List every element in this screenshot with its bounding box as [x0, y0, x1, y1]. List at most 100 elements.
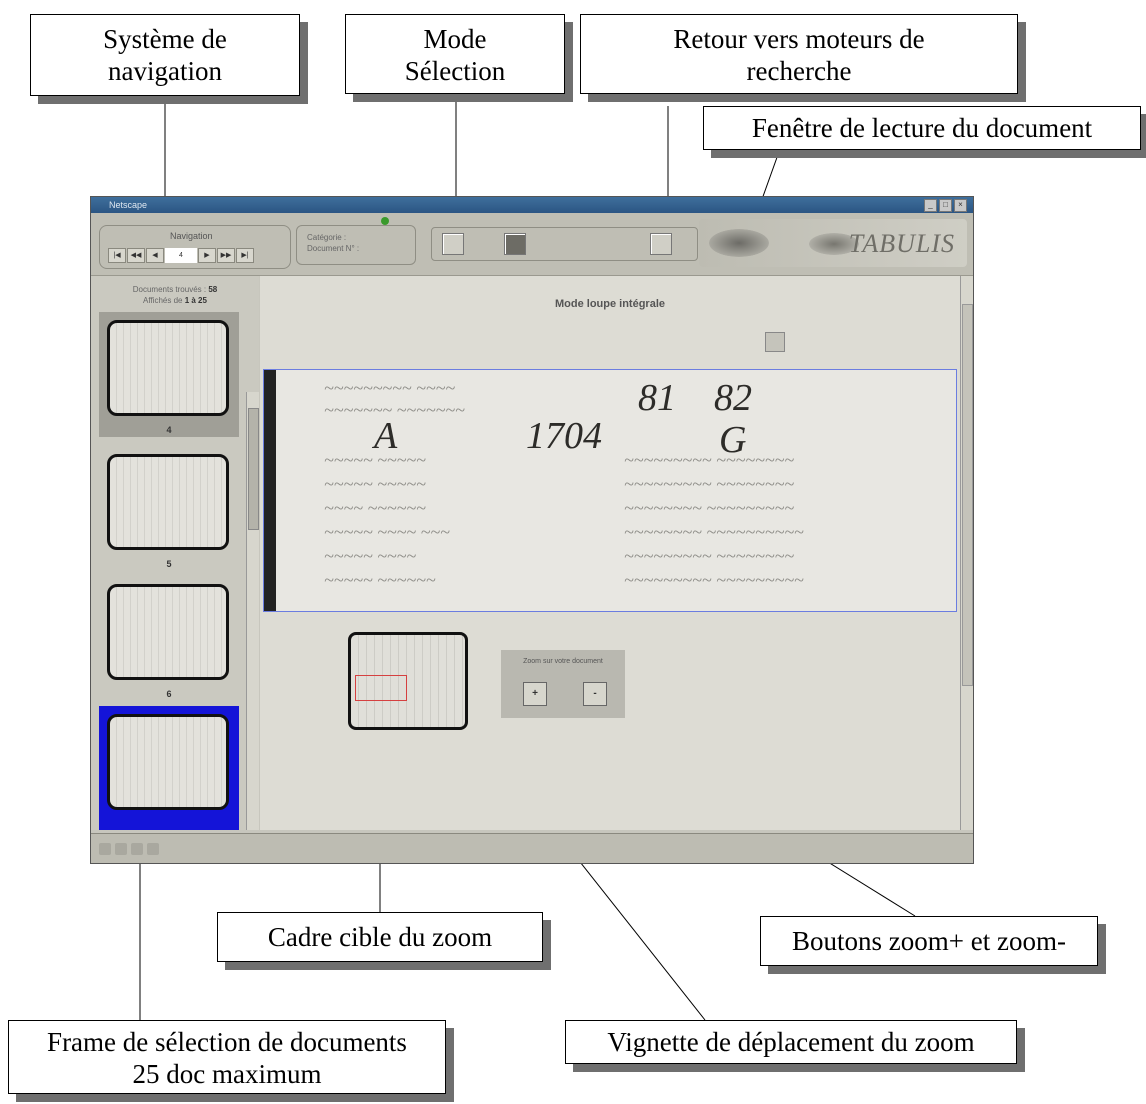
found-count: 58: [208, 285, 218, 294]
callout-line: Boutons zoom+ et zoom-: [792, 926, 1066, 956]
handwriting-large: 81: [638, 377, 676, 419]
document-thumbnail[interactable]: 4: [99, 312, 239, 437]
thumbnail-image: [107, 454, 229, 550]
logo-text: TABULIS: [848, 229, 955, 258]
thumbnail-image: [107, 320, 229, 416]
security-icon: [99, 843, 111, 855]
selection-mode-icon[interactable]: [765, 332, 785, 352]
callout-line: Frame de sélection de documents: [47, 1027, 407, 1057]
document-thumbnail[interactable]: 6: [99, 576, 239, 701]
handwriting-large: 82: [714, 377, 752, 419]
results-summary: Documents trouvés : 58 Affichés de 1 à 2…: [91, 276, 259, 306]
callout-line: Cadre cible du zoom: [267, 922, 493, 952]
handwriting: ~~~~~ ~~~~~~: [324, 570, 436, 590]
mode-panel: [431, 227, 698, 261]
minimize-icon[interactable]: _: [924, 199, 937, 212]
document-label: Document N° :: [307, 244, 360, 253]
callout-line: Retour vers moteurs de: [673, 24, 925, 54]
fast-back-icon[interactable]: ◀◀: [127, 248, 145, 263]
callout-line: recherche: [746, 56, 852, 86]
handwriting: ~~~~~~~~~ ~~~~~~~~: [624, 474, 795, 494]
browser-window: Netscape _ □ × Navigation |◀ ◀◀ ◀ 4 ▶ ▶▶…: [90, 196, 974, 864]
handwriting: ~~~~~ ~~~~~: [324, 450, 426, 470]
handwriting: ~~~~~~~~ ~~~~~~~~~: [624, 498, 795, 518]
first-page-icon[interactable]: |◀: [108, 248, 126, 263]
zoom-label: Zoom sur votre document: [523, 658, 603, 665]
thumbnail-number: 6: [166, 689, 172, 699]
scrollbar-thumb[interactable]: [962, 304, 973, 686]
callout-line: navigation: [108, 56, 222, 86]
category-panel: Catégorie : Document N° :: [296, 225, 416, 265]
status-dot-icon: [381, 217, 389, 225]
close-icon[interactable]: ×: [954, 199, 967, 212]
fast-forward-icon[interactable]: ▶▶: [217, 248, 235, 263]
shown-range: 1 à 25: [184, 296, 207, 305]
thumbnail-image: [107, 584, 229, 680]
handwriting: ~~~~~~~~ ~~~~~~~~~~: [624, 522, 804, 542]
window-titlebar: Netscape _ □ ×: [91, 197, 973, 213]
eye-logo-icon: [709, 229, 769, 257]
thumbnail-image: [107, 714, 229, 810]
document-spine: [264, 370, 276, 611]
navigation-panel: Navigation |◀ ◀◀ ◀ 4 ▶ ▶▶ ▶|: [99, 225, 291, 269]
thumbnail-number: 5: [166, 559, 172, 569]
prev-icon[interactable]: ◀: [146, 248, 164, 263]
handwriting-large: 1704: [526, 415, 602, 457]
document-thumbnail[interactable]: 5: [99, 446, 239, 571]
callout-navigation: Système de navigation: [30, 14, 300, 96]
callout-zoom-target: Cadre cible du zoom: [217, 912, 543, 962]
callout-line: Mode: [423, 24, 487, 54]
navigation-label: Navigation: [170, 231, 213, 241]
status-bar: [91, 833, 973, 863]
selection-mode-button[interactable]: [442, 233, 464, 255]
composer-icon: [147, 843, 159, 855]
callout-selection-frame: Frame de sélection de documents 25 doc m…: [8, 1020, 446, 1094]
callout-selection-mode: Mode Sélection: [345, 14, 565, 94]
scrollbar-thumb[interactable]: [248, 408, 259, 530]
document-selection-frame: Documents trouvés : 58 Affichés de 1 à 2…: [91, 276, 259, 830]
toolbar: Navigation |◀ ◀◀ ◀ 4 ▶ ▶▶ ▶| Catégorie :…: [91, 213, 973, 276]
zoom-in-button[interactable]: +: [523, 682, 547, 706]
mode-title: Mode loupe intégrale: [554, 298, 665, 310]
handwriting: ~~~~~ ~~~~: [324, 546, 417, 566]
page-number-field[interactable]: 4: [165, 248, 197, 263]
callout-zoom-thumbnail: Vignette de déplacement du zoom: [565, 1020, 1017, 1064]
last-page-icon[interactable]: ▶|: [236, 248, 254, 263]
callout-line: Sélection: [404, 56, 506, 86]
sidebar-scrollbar[interactable]: [246, 392, 259, 830]
next-icon[interactable]: ▶: [198, 248, 216, 263]
handwriting: ~~~~~~~~~ ~~~~: [324, 378, 456, 398]
callout-line: Fenêtre de lecture du document: [751, 113, 1093, 143]
callout-reading-window: Fenêtre de lecture du document: [703, 106, 1141, 150]
zoom-out-button[interactable]: -: [583, 682, 607, 706]
callout-line: Vignette de déplacement du zoom: [607, 1027, 975, 1057]
shown-label: Affichés de: [143, 296, 183, 305]
handwriting: ~~~~~~~~~ ~~~~~~~~: [624, 546, 795, 566]
callout-search-return: Retour vers moteurs de recherche: [580, 14, 1018, 94]
thumbnail-number: 4: [166, 425, 172, 435]
zoom-mode-button[interactable]: [504, 233, 526, 255]
zoom-navigation-thumbnail[interactable]: [348, 632, 468, 730]
zoom-target-frame[interactable]: [355, 675, 407, 701]
callout-line: Système de: [103, 24, 227, 54]
handwriting: ~~~~ ~~~~~~: [324, 498, 426, 518]
search-return-button[interactable]: [650, 233, 672, 255]
document-thumbnail[interactable]: [99, 706, 239, 830]
component-icon: [131, 843, 143, 855]
callout-zoom-buttons: Boutons zoom+ et zoom-: [760, 916, 1098, 966]
maximize-icon[interactable]: □: [939, 199, 952, 212]
tabulis-logo: TABULIS: [699, 219, 967, 267]
document-reading-window[interactable]: ~~~~~~~~~ ~~~~ ~~~~~~~ ~~~~~~~ A 1704 81…: [263, 369, 957, 612]
content-scrollbar[interactable]: [960, 276, 973, 830]
handwriting: ~~~~~~~~~ ~~~~~~~~: [624, 450, 795, 470]
mail-icon: [115, 843, 127, 855]
window-title: Netscape: [109, 200, 148, 210]
found-label: Documents trouvés :: [132, 285, 207, 294]
content-area: Mode loupe intégrale ~~~~~~~~~ ~~~~ ~~~~…: [260, 276, 960, 830]
handwriting: ~~~~~ ~~~~ ~~~: [324, 522, 450, 542]
callout-line: 25 doc maximum: [132, 1059, 322, 1089]
handwriting: ~~~~~ ~~~~~: [324, 474, 426, 494]
category-label: Catégorie :: [307, 233, 347, 242]
zoom-controls: Zoom sur votre document + -: [501, 650, 625, 718]
handwriting: ~~~~~~~~~ ~~~~~~~~~: [624, 570, 804, 590]
